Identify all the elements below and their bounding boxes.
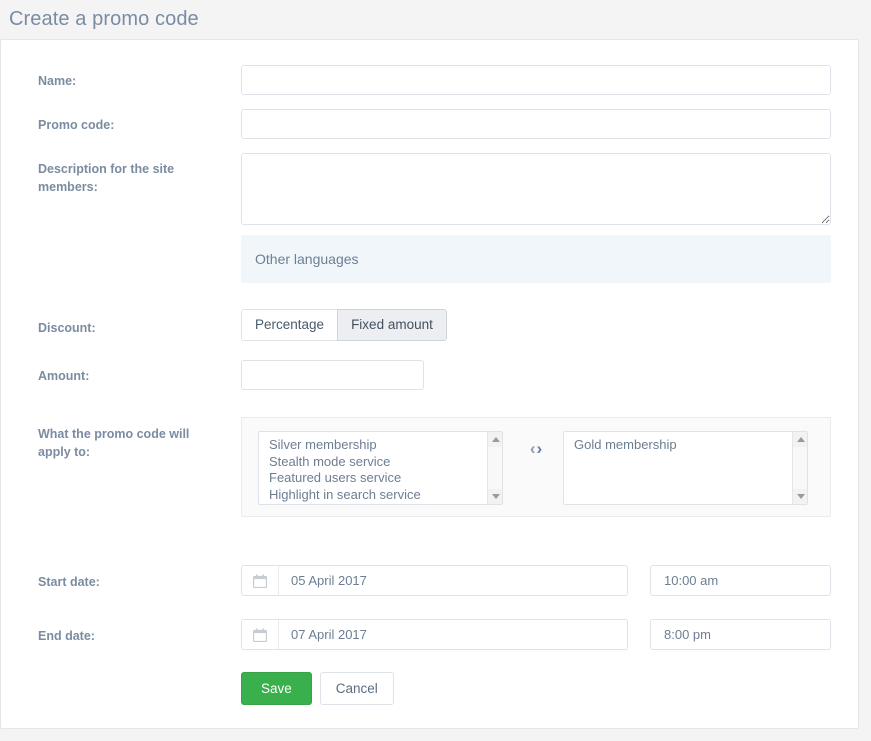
start-time-field[interactable]: 10:00 am [650, 565, 831, 596]
page-root: Create a promo code Name: Promo code: De… [0, 0, 871, 741]
apply-to-label-line2: apply to: [38, 445, 91, 459]
discount-percentage-button[interactable]: Percentage [241, 309, 338, 341]
list-item[interactable]: Silver membership [265, 437, 487, 454]
list-item[interactable]: Highlight in search service [265, 487, 487, 504]
start-time-value: 10:00 am [664, 573, 719, 588]
apply-to-label: What the promo code will apply to: [38, 425, 234, 461]
apply-to-label-line1: What the promo code will [38, 427, 190, 441]
apply-to-dual-list: Silver membership Stealth mode service F… [241, 417, 831, 517]
description-label-line2: members: [38, 180, 98, 194]
end-time-value: 8:00 pm [664, 627, 711, 642]
list-item[interactable]: Featured users service [265, 470, 487, 487]
other-languages-panel[interactable]: Other languages [241, 235, 831, 283]
selected-list-scrollbar[interactable] [792, 432, 807, 504]
start-date-value: 05 April 2017 [291, 573, 367, 588]
calendar-icon [253, 574, 267, 588]
discount-fixed-amount-button[interactable]: Fixed amount [337, 309, 447, 341]
end-date-field[interactable]: 07 April 2017 [241, 619, 628, 650]
promo-code-label: Promo code: [38, 118, 115, 132]
page-title: Create a promo code [9, 8, 199, 30]
start-date-calendar-icon-wrap [242, 566, 279, 595]
end-date-value: 07 April 2017 [291, 627, 367, 642]
scroll-up-arrow-icon[interactable] [488, 432, 502, 447]
description-label-line1: Description for the site [38, 162, 175, 176]
calendar-icon [253, 628, 267, 642]
amount-label: Amount: [38, 369, 90, 383]
list-item[interactable]: Gold membership [570, 437, 792, 454]
available-items-listbox[interactable]: Silver membership Stealth mode service F… [258, 431, 503, 505]
name-label: Name: [38, 74, 77, 88]
available-items-list: Silver membership Stealth mode service F… [259, 432, 487, 504]
end-date-calendar-icon-wrap [242, 620, 279, 649]
chevron-left-icon[interactable]: ‹ [530, 440, 536, 457]
selected-items-list: Gold membership [564, 432, 792, 504]
description-textarea[interactable] [241, 153, 831, 225]
start-date-field[interactable]: 05 April 2017 [241, 565, 628, 596]
transfer-controls[interactable]: ‹ › [518, 437, 554, 459]
discount-label: Discount: [38, 321, 96, 335]
list-item[interactable]: Stealth mode service [265, 454, 487, 471]
discount-type-toggle-group: Percentage Fixed amount [241, 309, 447, 341]
amount-input[interactable] [241, 360, 424, 390]
save-button[interactable]: Save [241, 672, 312, 705]
other-languages-label: Other languages [255, 251, 359, 267]
scroll-down-arrow-icon[interactable] [793, 489, 807, 504]
available-list-scrollbar[interactable] [487, 432, 502, 504]
promo-code-form: Name: Promo code: Description for the si… [1, 40, 858, 728]
scroll-up-arrow-icon[interactable] [793, 432, 807, 447]
promo-code-form-card: Name: Promo code: Description for the si… [0, 39, 859, 729]
description-label: Description for the site members: [38, 160, 234, 196]
end-time-field[interactable]: 8:00 pm [650, 619, 831, 650]
name-input[interactable] [241, 65, 831, 95]
chevron-right-icon[interactable]: › [537, 440, 543, 457]
start-date-label: Start date: [38, 575, 100, 589]
promo-code-input[interactable] [241, 109, 831, 139]
end-date-label: End date: [38, 629, 95, 643]
form-actions: Save Cancel [241, 672, 394, 705]
scroll-down-arrow-icon[interactable] [488, 489, 502, 504]
cancel-button[interactable]: Cancel [319, 672, 394, 705]
selected-items-listbox[interactable]: Gold membership [563, 431, 808, 505]
